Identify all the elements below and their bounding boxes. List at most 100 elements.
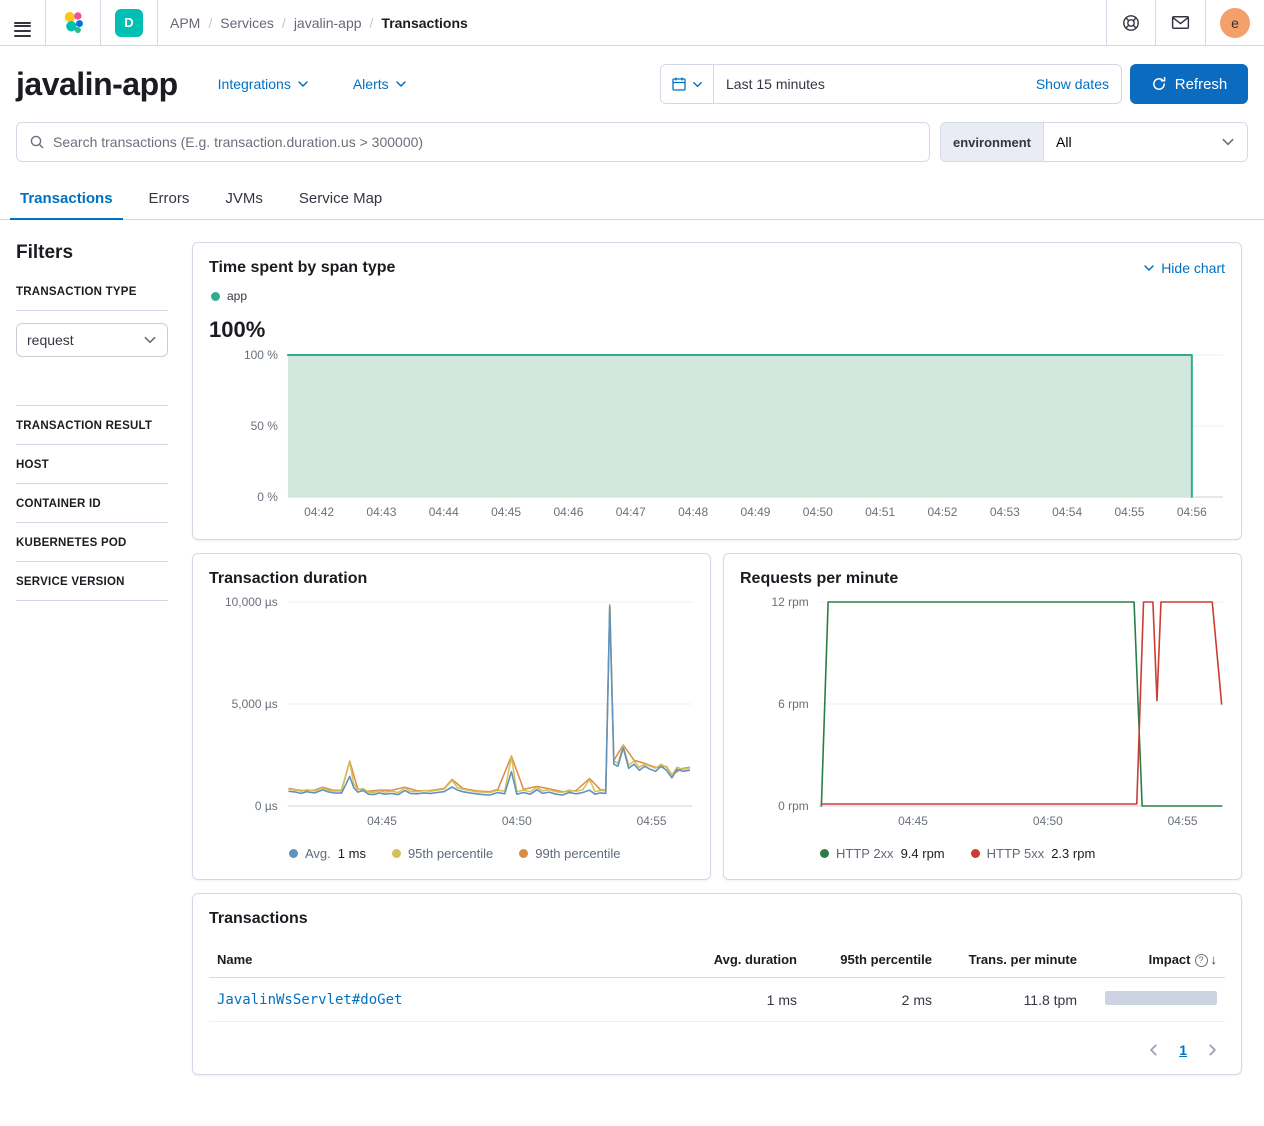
legend-label: 95th percentile xyxy=(408,846,493,861)
x-axis-tick-label: 04:49 xyxy=(740,505,770,519)
refresh-button[interactable]: Refresh xyxy=(1130,64,1248,104)
avg-duration-cell: 1 ms xyxy=(675,978,805,1022)
column-header-impact[interactable]: Impact?↓ xyxy=(1085,942,1225,978)
y-axis-tick-label: 0 rpm xyxy=(778,799,809,813)
x-axis-tick-label: 04:53 xyxy=(990,505,1020,519)
filter-label-transaction-result: TRANSACTION RESULT xyxy=(16,420,168,432)
question-circle-icon[interactable]: ? xyxy=(1195,954,1208,967)
page-title: javalin-app xyxy=(16,66,178,103)
time-range-value[interactable]: Last 15 minutes xyxy=(714,76,1024,92)
column-header-avg-duration[interactable]: Avg. duration xyxy=(675,942,805,978)
transactions-table: Name Avg. duration 95th percentile Trans… xyxy=(209,942,1225,1022)
breadcrumb-separator: / xyxy=(282,15,286,31)
tab-errors[interactable]: Errors xyxy=(147,180,192,219)
legend-dot xyxy=(392,849,401,858)
alerts-label: Alerts xyxy=(353,76,389,92)
table-row: JavalinWsServlet#doGet1 ms2 ms11.8 tpm xyxy=(209,978,1225,1022)
filters-sidebar: Filters TRANSACTION TYPE request TRANSAC… xyxy=(16,242,168,1075)
envelope-icon xyxy=(1170,12,1191,33)
help-icon[interactable] xyxy=(1107,0,1155,45)
x-axis-tick-label: 04:51 xyxy=(865,505,895,519)
tab-service-map[interactable]: Service Map xyxy=(297,180,384,219)
legend-item-http-2xx[interactable]: HTTP 2xx 9.4 rpm xyxy=(820,846,945,861)
x-axis-tick-label: 04:55 xyxy=(1115,505,1145,519)
duration-chart-title: Transaction duration xyxy=(209,570,694,588)
requests-per-minute-chart: 0 rpm6 rpm12 rpm04:4504:5004:55 xyxy=(740,594,1225,832)
integrations-label: Integrations xyxy=(218,76,291,92)
tab-transactions[interactable]: Transactions xyxy=(18,180,115,219)
filter-label-container-id: CONTAINER ID xyxy=(16,498,168,510)
x-axis-tick-label: 04:45 xyxy=(491,505,521,519)
search-row: environment All xyxy=(0,114,1264,176)
x-axis-tick-label: 04:45 xyxy=(367,814,397,828)
x-axis-tick-label: 04:54 xyxy=(1052,505,1082,519)
chevron-left-icon xyxy=(1147,1043,1161,1057)
time-spent-chart: 0 %50 %100 %04:4204:4304:4404:4504:4604:… xyxy=(209,347,1225,523)
legend-label: HTTP 2xx xyxy=(836,846,894,861)
series-line-95th-percentile xyxy=(289,605,689,792)
legend-label-app: app xyxy=(227,289,247,303)
page-number-1[interactable]: 1 xyxy=(1179,1042,1187,1058)
divider xyxy=(16,310,168,311)
quick-select-date-button[interactable] xyxy=(661,65,714,103)
user-avatar[interactable]: e xyxy=(1220,8,1250,38)
transaction-type-value: request xyxy=(27,332,74,348)
chevron-down-icon xyxy=(143,333,157,347)
legend-value: 2.3 rpm xyxy=(1051,846,1095,861)
legend-item-95th-percentile[interactable]: 95th percentile xyxy=(392,846,493,861)
tab-jvms[interactable]: JVMs xyxy=(223,180,265,219)
elastic-logo[interactable] xyxy=(46,0,100,45)
divider xyxy=(16,600,168,601)
impact-header-label: Impact xyxy=(1149,952,1191,967)
breadcrumb-item[interactable]: Services xyxy=(220,15,274,31)
filter-label-kubernetes-pod: KUBERNETES POD xyxy=(16,537,168,549)
breadcrumb-item[interactable]: javalin-app xyxy=(294,15,362,31)
legend-item-http-5xx[interactable]: HTTP 5xx2.3 rpm xyxy=(971,846,1096,861)
breadcrumb-item[interactable]: APM xyxy=(170,15,200,31)
transaction-type-select[interactable]: request xyxy=(16,323,168,357)
x-axis-tick-label: 04:47 xyxy=(616,505,646,519)
hide-chart-button[interactable]: Hide chart xyxy=(1143,260,1225,276)
legend-dot xyxy=(519,849,528,858)
search-input[interactable] xyxy=(53,134,917,150)
menu-hamburger-icon[interactable] xyxy=(0,0,45,45)
impact-bar xyxy=(1105,991,1217,1005)
hide-chart-label: Hide chart xyxy=(1161,260,1225,276)
content: Filters TRANSACTION TYPE request TRANSAC… xyxy=(0,220,1264,1099)
x-axis-tick-label: 04:50 xyxy=(1033,814,1063,828)
next-page-button[interactable] xyxy=(1205,1043,1219,1057)
legend-item-99th-percentile[interactable]: 99th percentile xyxy=(519,846,620,861)
x-axis-tick-label: 04:48 xyxy=(678,505,708,519)
legend-dot xyxy=(289,849,298,858)
column-header-tpm[interactable]: Trans. per minute xyxy=(940,942,1085,978)
environment-select[interactable]: All xyxy=(1044,123,1247,161)
column-header-name[interactable]: Name xyxy=(209,942,675,978)
alerts-menu-button[interactable]: Alerts xyxy=(353,76,407,92)
transactions-table-title: Transactions xyxy=(209,910,1225,928)
breadcrumb-current: Transactions xyxy=(381,15,467,31)
transaction-duration-chart: 0 µs5,000 µs10,000 µs04:4504:5004:55 xyxy=(209,594,694,832)
date-picker: Last 15 minutes Show dates xyxy=(660,64,1122,104)
space-badge[interactable]: D xyxy=(115,9,143,37)
integrations-menu-button[interactable]: Integrations xyxy=(218,76,309,92)
x-axis-tick-label: 04:55 xyxy=(637,814,667,828)
legend-value: 9.4 rpm xyxy=(901,846,945,861)
newsfeed-icon[interactable] xyxy=(1156,0,1205,45)
previous-page-button[interactable] xyxy=(1147,1043,1161,1057)
column-header-95th[interactable]: 95th percentile xyxy=(805,942,940,978)
breadcrumb-separator: / xyxy=(370,15,374,31)
legend-item-avg-[interactable]: Avg.1 ms xyxy=(289,846,366,861)
pagination: 1 xyxy=(209,1042,1225,1058)
elastic-logo-icon xyxy=(60,10,86,36)
impact-cell xyxy=(1085,978,1225,1022)
legend-dot xyxy=(971,849,980,858)
transaction-link[interactable]: JavalinWsServlet#doGet xyxy=(217,992,402,1008)
legend-value: 1 ms xyxy=(338,846,366,861)
span-chart-legend[interactable]: app xyxy=(211,289,1225,303)
series-line-http-5xx xyxy=(821,602,1221,804)
chevron-down-icon xyxy=(1143,262,1155,274)
legend-dot xyxy=(820,849,829,858)
x-axis-tick-label: 04:50 xyxy=(502,814,532,828)
show-dates-link[interactable]: Show dates xyxy=(1024,76,1121,92)
chevron-down-icon xyxy=(297,78,309,90)
